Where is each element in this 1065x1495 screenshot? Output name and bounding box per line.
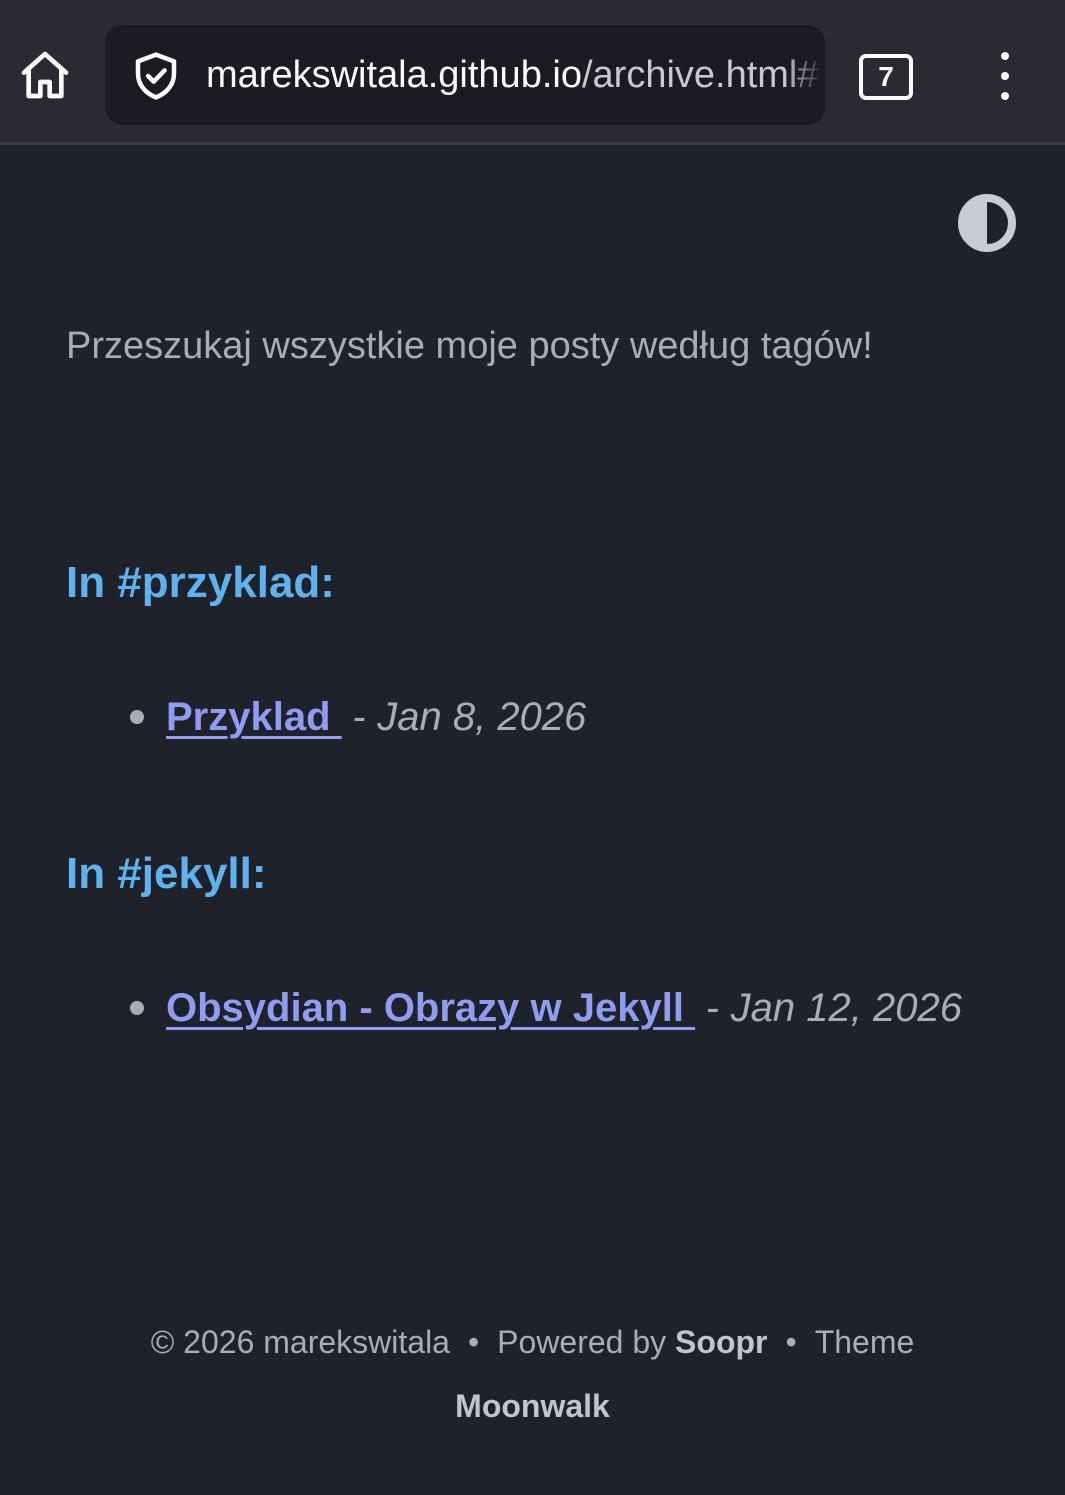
bullet <box>130 1001 144 1015</box>
post-date: Jan 8, 2026 <box>377 695 587 739</box>
tag-heading-przyklad: In #przyklad: <box>66 558 335 607</box>
footer-powered-prefix: Powered by <box>497 1324 667 1360</box>
url-fade <box>785 25 825 125</box>
kebab-menu-icon[interactable] <box>985 48 1025 104</box>
address-bar[interactable]: marekswitala.github.io/archive.html# <box>105 25 825 125</box>
bullet <box>130 710 144 724</box>
home-button[interactable] <box>14 44 76 106</box>
footer-theme-link[interactable]: Moonwalk <box>455 1388 610 1424</box>
home-icon <box>21 51 69 99</box>
tabs-counter-icon[interactable]: 7 <box>859 54 913 100</box>
list-item: Obsydian - Obrazy w Jekyll - Jan 12, 202… <box>130 981 962 1035</box>
post-date: Jan 12, 2026 <box>730 986 962 1030</box>
footer-copyright: © 2026 marekswitala <box>150 1324 450 1360</box>
tag-heading-jekyll: In #jekyll: <box>66 849 267 898</box>
post-title: Obsydian - Obrazy w Jekyll <box>166 986 684 1030</box>
site-footer: © 2026 marekswitala • Powered by Soopr • The… <box>0 1310 1065 1438</box>
browser-toolbar: marekswitala.github.io/archive.html# 7 <box>0 0 1065 145</box>
archive-intro: Przeszukaj wszystkie moje posty według t… <box>66 325 873 367</box>
shield-check-icon[interactable] <box>129 49 183 103</box>
footer-powered-link[interactable]: Soopr <box>675 1324 767 1360</box>
theme-toggle-icon[interactable] <box>956 192 1018 254</box>
url-text[interactable]: marekswitala.github.io/archive.html# <box>206 51 819 99</box>
footer-bullet: • <box>467 1324 480 1360</box>
footer-bullet: • <box>785 1324 797 1360</box>
footer-theme-prefix: Theme <box>814 1324 915 1360</box>
post-separator: - <box>352 695 367 739</box>
post-separator: - <box>706 986 720 1030</box>
post-link-obsydian[interactable]: Obsydian - Obrazy w Jekyll <box>166 981 695 1035</box>
url-path: /archive.html# <box>581 54 819 96</box>
post-title: Przyklad <box>166 695 331 739</box>
url-host: marekswitala.github.io <box>206 54 582 96</box>
list-item: Przyklad - Jan 8, 2026 <box>130 690 586 744</box>
post-link-przyklad[interactable]: Przyklad <box>166 690 342 744</box>
